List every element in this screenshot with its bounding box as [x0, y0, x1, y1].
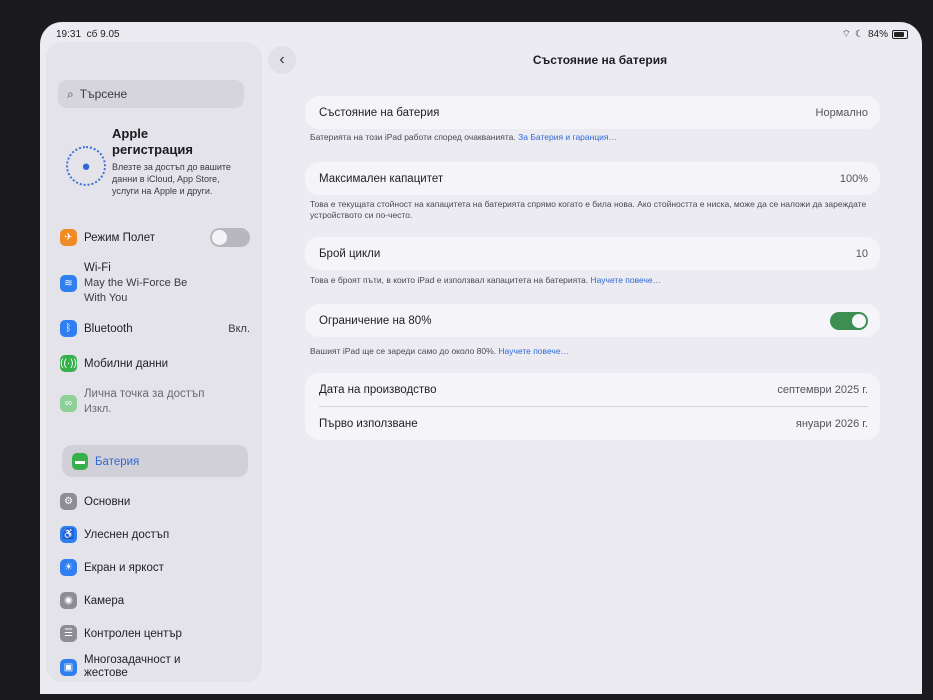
battery-status-icon — [892, 30, 908, 39]
apple-account-signin[interactable]: ● Apple регистрация Влезте за достъп до … — [64, 126, 254, 206]
battery-warranty-link[interactable]: За Батерия и гаранция… — [518, 132, 617, 142]
charge-limit-group: Ограничение на 80% — [305, 304, 880, 337]
sidebar-item-hotspot[interactable]: ∞ Лична точка за достъп Изкл. — [60, 387, 250, 417]
multitasking-icon: ▣ — [60, 658, 77, 676]
sidebar-item-label: Режим Полет — [84, 231, 156, 244]
charge-limit-label: Ограничение на 80% — [319, 314, 432, 327]
charge-limit-learn-more-link[interactable]: Научете повече… — [498, 346, 569, 356]
bluetooth-icon: ᛒ — [60, 320, 77, 337]
note-text: Батерията на този iPad работи според оча… — [310, 132, 516, 142]
settings-sidebar: ⌕ Търсене ● Apple регистрация Влезте за … — [46, 42, 262, 682]
sidebar-item-camera[interactable]: ◉ Камера — [60, 592, 250, 609]
sidebar-item-bluetooth[interactable]: ᛒ Bluetooth Вкл. — [60, 320, 250, 337]
sidebar-item-label: Многозадачност и жестове — [84, 654, 181, 679]
first-use-value: януари 2026 г. — [795, 417, 868, 430]
capacity-group: Максимален капацитет 100% — [305, 162, 880, 195]
gear-icon: ⚙ — [60, 493, 77, 510]
status-bar-right: ⌔ ☾ 84% — [842, 28, 908, 41]
capacity-label: Максимален капацитет — [319, 172, 444, 185]
battery-state-note: Батерията на този iPad работи според оча… — [310, 132, 875, 143]
sidebar-item-accessibility[interactable]: ♿ Улеснен достъп — [60, 526, 250, 543]
sidebar-item-label: Мобилни данни — [84, 357, 169, 370]
ipad-screen: 19:31 сб 9.05 ⌔ ☾ 84% ⌕ Търсене ● Apple … — [40, 22, 922, 694]
toggle-knob — [212, 230, 227, 245]
hotspot-icon: ∞ — [60, 395, 77, 412]
airplane-mode-toggle[interactable] — [210, 228, 250, 247]
sidebar-item-airplane[interactable]: ✈ Режим Полет — [60, 228, 250, 247]
bluetooth-status: Вкл. — [228, 322, 250, 335]
capacity-value: 100% — [839, 172, 868, 185]
cycles-row: Брой цикли 10 — [305, 237, 880, 270]
battery-state-group: Състояние на батерия Нормално — [305, 96, 880, 129]
sidebar-item-label: Контролен център — [84, 627, 182, 640]
chevron-left-icon: ‹ — [279, 51, 285, 68]
sidebar-item-label: Батерия — [95, 455, 140, 468]
capacity-row: Максимален капацитет 100% — [305, 162, 880, 195]
first-use-row: Първо използване януари 2026 г. — [305, 407, 880, 440]
sidebar-item-label: Екран и яркост — [84, 561, 164, 574]
cycles-note: Това е броят пъти, в които iPad е използ… — [310, 275, 875, 286]
accessibility-icon: ♿ — [60, 526, 77, 543]
manufacture-date-value: септември 2025 г. — [777, 383, 868, 396]
search-placeholder: Търсене — [79, 87, 128, 101]
wifi-network-name: May the Wi-Force Be With You — [84, 277, 188, 304]
note-text: Вашият iPad ще се зареди само до около 8… — [310, 346, 497, 356]
manufacture-date-row: Дата на производство септември 2025 г. — [305, 373, 880, 406]
battery-icon: ▬ — [72, 453, 88, 470]
control-center-icon: ☰ — [60, 625, 77, 642]
airplane-icon: ✈ — [60, 229, 77, 246]
battery-state-label: Състояние на батерия — [319, 106, 440, 119]
device-bezel — [0, 0, 40, 700]
apple-account-description: Влезте за достъп до вашите данни в iClou… — [112, 162, 231, 196]
search-field[interactable]: ⌕ Търсене — [58, 80, 244, 108]
toggle-knob — [852, 313, 866, 328]
search-icon: ⌕ — [67, 86, 74, 101]
wifi-status-icon: ⌔ — [841, 29, 852, 40]
sidebar-item-label: Камера — [84, 594, 125, 607]
cycles-label: Брой цикли — [319, 247, 381, 260]
sidebar-item-display[interactable]: ☀ Екран и яркост — [60, 559, 250, 576]
manufacture-date-label: Дата на производство — [319, 383, 437, 396]
first-use-label: Първо използване — [319, 417, 418, 430]
note-text: Това е броят пъти, в които iPad е използ… — [310, 275, 589, 285]
camera-icon: ◉ — [60, 592, 77, 609]
sidebar-item-label: Wi-Fi — [84, 262, 111, 274]
sidebar-item-label: Лична точка за достъп — [84, 388, 205, 400]
charge-limit-row: Ограничение на 80% — [305, 304, 880, 337]
battery-state-value: Нормално — [815, 106, 868, 119]
dates-group: Дата на производство септември 2025 г. П… — [305, 373, 880, 440]
charge-limit-toggle[interactable] — [830, 311, 868, 330]
charge-limit-note: Вашият iPad ще се зареди само до около 8… — [310, 346, 875, 357]
sidebar-item-cellular[interactable]: ((·)) Мобилни данни — [60, 355, 250, 372]
status-bar-time: 19:31 сб 9.05 — [56, 29, 120, 40]
cellular-icon: ((·)) — [60, 355, 77, 372]
sidebar-item-battery[interactable]: ▬ Батерия — [72, 453, 262, 470]
cycles-learn-more-link[interactable]: Научете повече… — [591, 275, 662, 285]
cycles-value: 10 — [855, 247, 868, 260]
back-button[interactable]: ‹ — [268, 46, 296, 74]
sidebar-item-label: Улеснен достъп — [84, 528, 170, 541]
sidebar-item-wifi[interactable]: ≋ Wi-Fi May the Wi-Force Be With You — [60, 261, 250, 306]
apple-account-title: Apple регистрация — [112, 126, 193, 157]
capacity-note: Това е текущата стойност на капацитета н… — [310, 199, 867, 220]
apple-logo-icon: ● — [66, 146, 106, 186]
wifi-icon: ≋ — [60, 275, 77, 292]
cycles-group: Брой цикли 10 — [305, 237, 880, 270]
page-title: Състояние на батерия — [532, 53, 668, 67]
sidebar-item-label: Основни — [84, 495, 131, 508]
battery-percent: 84% — [867, 29, 888, 40]
sidebar-item-multitasking[interactable]: ▣ Многозадачност и жестове — [60, 654, 250, 680]
brightness-icon: ☀ — [60, 559, 77, 576]
battery-state-row: Състояние на батерия Нормално — [305, 96, 880, 129]
hotspot-status: Изкл. — [84, 403, 112, 415]
sidebar-item-label: Bluetooth — [84, 322, 133, 335]
sidebar-item-control-center[interactable]: ☰ Контролен център — [60, 625, 250, 642]
moon-icon: ☾ — [855, 29, 864, 40]
sidebar-item-general[interactable]: ⚙ Основни — [60, 493, 250, 510]
